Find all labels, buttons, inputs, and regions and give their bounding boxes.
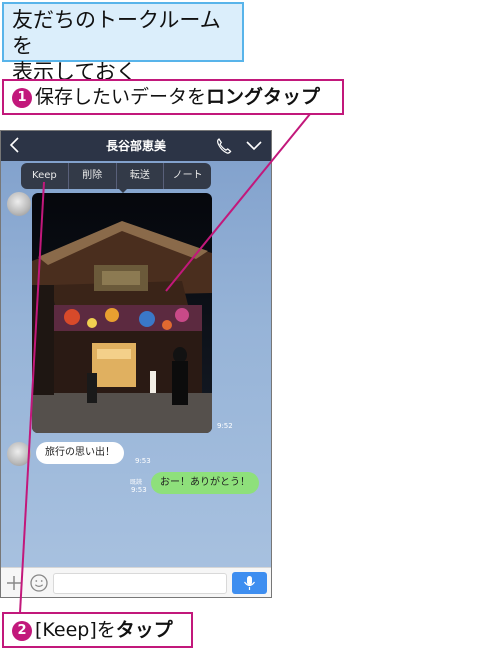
step1-text: 保存したいデータを <box>35 86 207 108</box>
instruction-title-box: 友だちのトークルームを 表示しておく <box>2 2 244 84</box>
chat-header: 長谷部恵美 <box>1 131 271 169</box>
message-input-bar <box>1 567 271 597</box>
avatar[interactable] <box>7 442 31 466</box>
plus-icon[interactable] <box>7 575 21 591</box>
context-menu: Keep 削除 転送 ノート <box>21 163 211 189</box>
step2-text: [Keep]を <box>35 619 116 641</box>
voice-button[interactable] <box>232 572 267 594</box>
step2-callout: 2 [Keep]をタップ <box>2 612 193 648</box>
menu-item-keep[interactable]: Keep <box>21 163 68 189</box>
read-receipt: 既読 <box>130 479 143 486</box>
menu-item-note[interactable]: ノート <box>163 163 211 189</box>
message-bubble-received[interactable]: 旅行の思い出！ <box>36 442 124 464</box>
photo-message[interactable] <box>32 193 212 433</box>
menu-item-forward[interactable]: 転送 <box>115 163 164 189</box>
microphone-icon <box>244 576 255 590</box>
step2-number: 2 <box>12 621 32 641</box>
step1-number: 1 <box>12 88 32 108</box>
message-timestamp: 9:53 <box>135 457 151 465</box>
phone-icon[interactable] <box>216 138 232 154</box>
photo-timestamp: 9:52 <box>217 422 233 430</box>
instruction-title-line1: 友だちのトークルームを <box>12 8 221 58</box>
step2-bold-text: タップ <box>115 619 173 641</box>
step1-bold-text: ロングタップ <box>206 86 321 108</box>
message-timestamp: 9:53 <box>131 486 147 494</box>
phone-screen: 長谷部恵美 Keep 削除 転送 ノート 9:52 旅行の思い出！ 9:53 既… <box>0 130 272 598</box>
message-input[interactable] <box>53 573 227 594</box>
chevron-down-icon[interactable] <box>246 140 262 152</box>
message-bubble-sent[interactable]: おー！ありがとう！ <box>151 472 259 494</box>
emoji-icon[interactable] <box>30 574 48 592</box>
menu-item-delete[interactable]: 削除 <box>67 163 116 189</box>
avatar[interactable] <box>7 192 31 216</box>
step1-callout: 1 保存したいデータをロングタップ <box>2 79 344 115</box>
